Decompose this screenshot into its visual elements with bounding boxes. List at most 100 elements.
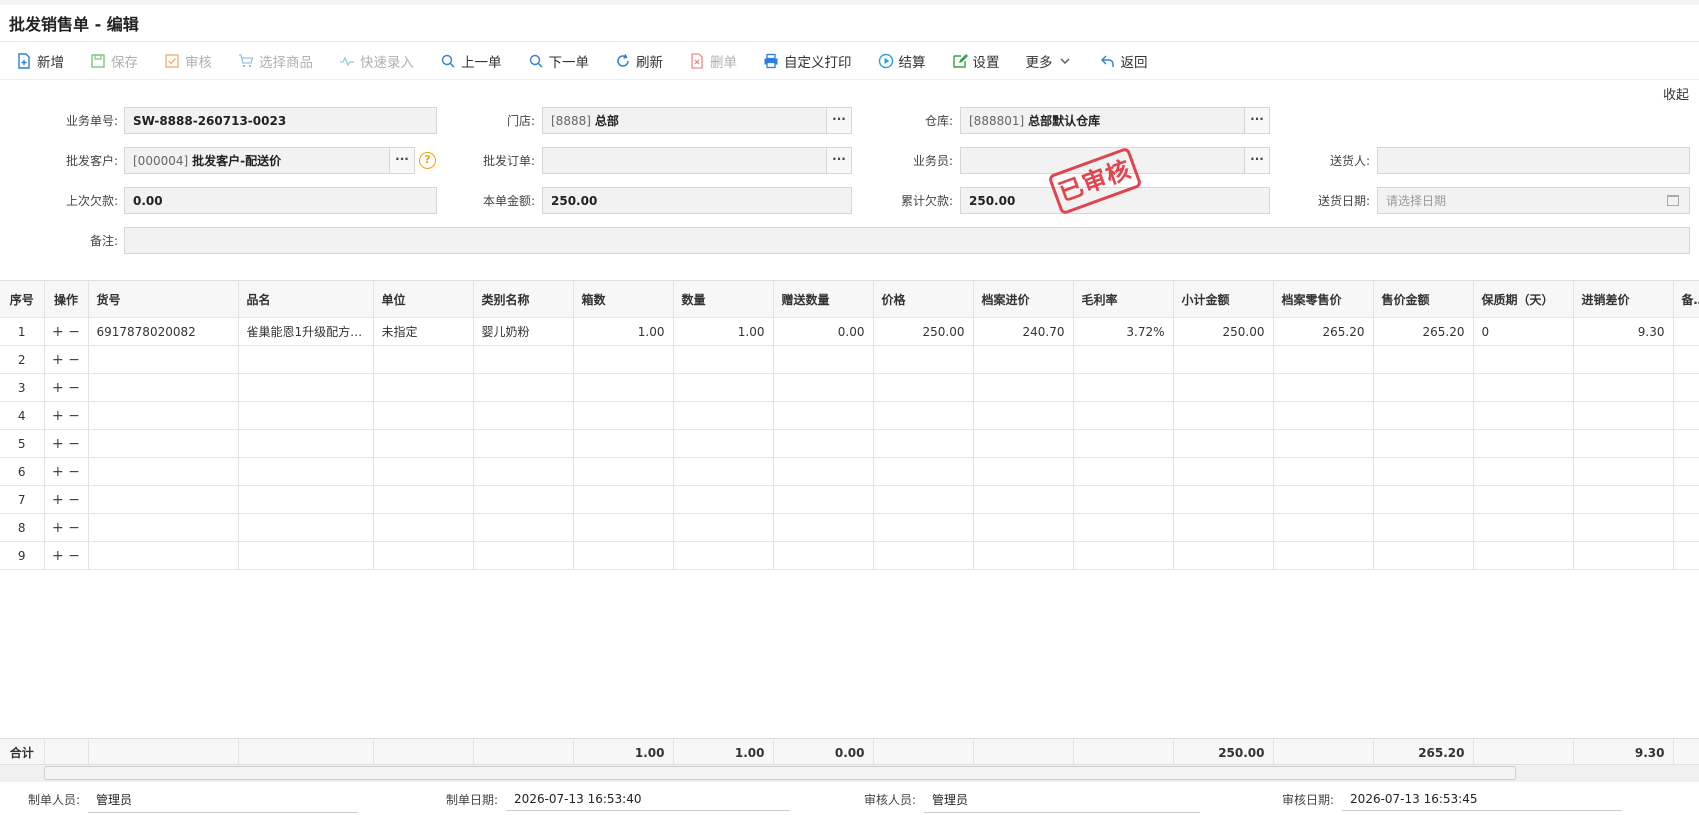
table-cell[interactable] bbox=[1573, 513, 1674, 542]
toolbar-button-10[interactable]: 结算 bbox=[878, 51, 926, 71]
table-cell[interactable] bbox=[238, 373, 374, 402]
table-cell[interactable] bbox=[1673, 541, 1699, 570]
table-row[interactable]: 1 + −6917878020082 雀巢能恩1升级配方奶粉 未指定 婴儿奶粉 1.00 1… bbox=[0, 317, 1699, 346]
row-add-remove-buttons[interactable]: + − bbox=[44, 429, 89, 458]
table-cell[interactable] bbox=[473, 513, 574, 542]
table-cell[interactable] bbox=[873, 485, 974, 514]
row-add-remove-buttons[interactable]: + − bbox=[44, 373, 89, 402]
table-cell[interactable] bbox=[238, 401, 374, 430]
column-header[interactable]: 备 bbox=[1673, 280, 1699, 318]
table-cell[interactable] bbox=[238, 485, 374, 514]
store-picker-button[interactable]: ··· bbox=[826, 108, 851, 133]
warehouse-field[interactable]: [888801] 总部默认仓库 ··· bbox=[960, 107, 1270, 134]
toolbar-button-9[interactable]: 自定义打印 bbox=[763, 51, 852, 71]
horizontal-scrollbar-thumb[interactable] bbox=[44, 766, 1516, 780]
table-cell[interactable] bbox=[873, 373, 974, 402]
table-cell[interactable] bbox=[1373, 513, 1474, 542]
table-cell[interactable] bbox=[88, 429, 239, 458]
table-cell[interactable] bbox=[473, 541, 574, 570]
toolbar-button-7[interactable]: 刷新 bbox=[615, 51, 663, 71]
table-cell[interactable]: 265.20 bbox=[1273, 317, 1374, 346]
toolbar-button-4[interactable]: 快速录入 bbox=[339, 51, 414, 71]
order-field[interactable]: ··· bbox=[542, 147, 852, 174]
table-cell[interactable] bbox=[973, 457, 1074, 486]
table-cell[interactable] bbox=[1673, 345, 1699, 374]
table-cell[interactable] bbox=[573, 485, 674, 514]
table-cell[interactable]: 265.20 bbox=[1373, 317, 1474, 346]
table-cell[interactable] bbox=[673, 541, 774, 570]
table-cell[interactable] bbox=[573, 345, 674, 374]
table-cell[interactable] bbox=[873, 541, 974, 570]
table-cell[interactable] bbox=[88, 541, 239, 570]
toolbar-button-13[interactable]: 返回 bbox=[1100, 51, 1148, 71]
table-cell[interactable] bbox=[373, 429, 474, 458]
table-cell[interactable] bbox=[1673, 317, 1699, 346]
column-header[interactable]: 操作 bbox=[44, 280, 89, 318]
table-cell[interactable] bbox=[973, 541, 1074, 570]
table-cell[interactable] bbox=[1573, 457, 1674, 486]
table-cell[interactable] bbox=[238, 429, 374, 458]
column-header[interactable]: 售价金额 bbox=[1373, 280, 1474, 318]
table-cell[interactable] bbox=[373, 541, 474, 570]
table-cell[interactable] bbox=[373, 457, 474, 486]
table-row[interactable]: 5 + − bbox=[0, 429, 1699, 458]
table-cell[interactable] bbox=[1673, 485, 1699, 514]
table-cell[interactable] bbox=[873, 401, 974, 430]
table-cell[interactable] bbox=[1073, 429, 1174, 458]
table-cell[interactable] bbox=[973, 429, 1074, 458]
delivery-date-field[interactable]: 请选择日期 bbox=[1377, 187, 1690, 214]
table-cell[interactable] bbox=[573, 541, 674, 570]
toolbar-button-8[interactable]: 删单 bbox=[689, 51, 737, 71]
table-cell[interactable] bbox=[673, 345, 774, 374]
table-cell[interactable] bbox=[1073, 541, 1174, 570]
table-cell[interactable] bbox=[873, 513, 974, 542]
table-cell[interactable]: 6917878020082 bbox=[88, 317, 239, 346]
table-cell[interactable] bbox=[1073, 401, 1174, 430]
table-cell[interactable] bbox=[773, 513, 874, 542]
table-cell[interactable] bbox=[1273, 345, 1374, 374]
customer-picker-button[interactable]: ··· bbox=[389, 148, 414, 173]
table-cell[interactable] bbox=[573, 513, 674, 542]
warehouse-picker-button[interactable]: ··· bbox=[1244, 108, 1269, 133]
column-header[interactable]: 类别名称 bbox=[473, 280, 574, 318]
table-cell[interactable] bbox=[1273, 541, 1374, 570]
table-cell[interactable]: 250.00 bbox=[1173, 317, 1274, 346]
table-cell[interactable]: 3.72% bbox=[1073, 317, 1174, 346]
table-cell[interactable] bbox=[373, 345, 474, 374]
table-cell[interactable] bbox=[1473, 401, 1574, 430]
row-add-remove-buttons[interactable]: + − bbox=[44, 541, 89, 570]
row-add-remove-buttons[interactable]: + − bbox=[44, 513, 89, 542]
table-cell[interactable] bbox=[238, 457, 374, 486]
deliverer-field[interactable] bbox=[1377, 147, 1690, 174]
table-cell[interactable] bbox=[1673, 429, 1699, 458]
table-cell[interactable] bbox=[238, 513, 374, 542]
store-field[interactable]: [8888] 总部 ··· bbox=[542, 107, 852, 134]
table-cell[interactable] bbox=[1473, 513, 1574, 542]
table-cell[interactable] bbox=[673, 373, 774, 402]
table-cell[interactable] bbox=[88, 345, 239, 374]
table-cell[interactable] bbox=[373, 485, 474, 514]
column-header[interactable]: 箱数 bbox=[573, 280, 674, 318]
column-header[interactable]: 档案零售价 bbox=[1273, 280, 1374, 318]
table-cell[interactable] bbox=[373, 401, 474, 430]
table-cell[interactable] bbox=[238, 541, 374, 570]
table-cell[interactable] bbox=[573, 401, 674, 430]
toolbar-button-2[interactable]: 审核 bbox=[164, 51, 212, 71]
column-header[interactable]: 数量 bbox=[673, 280, 774, 318]
table-cell[interactable] bbox=[673, 401, 774, 430]
table-cell[interactable] bbox=[773, 457, 874, 486]
table-cell[interactable] bbox=[973, 373, 1074, 402]
table-cell[interactable] bbox=[873, 345, 974, 374]
column-header[interactable]: 序号 bbox=[0, 280, 45, 318]
table-cell[interactable] bbox=[1073, 485, 1174, 514]
table-cell[interactable] bbox=[1373, 429, 1474, 458]
table-cell[interactable] bbox=[88, 513, 239, 542]
table-cell[interactable] bbox=[1573, 401, 1674, 430]
table-cell[interactable] bbox=[1673, 373, 1699, 402]
table-cell[interactable] bbox=[773, 373, 874, 402]
table-cell[interactable] bbox=[1573, 485, 1674, 514]
table-cell[interactable] bbox=[1273, 513, 1374, 542]
table-row[interactable]: 6 + − bbox=[0, 457, 1699, 486]
column-header[interactable]: 小计金额 bbox=[1173, 280, 1274, 318]
table-cell[interactable] bbox=[373, 373, 474, 402]
